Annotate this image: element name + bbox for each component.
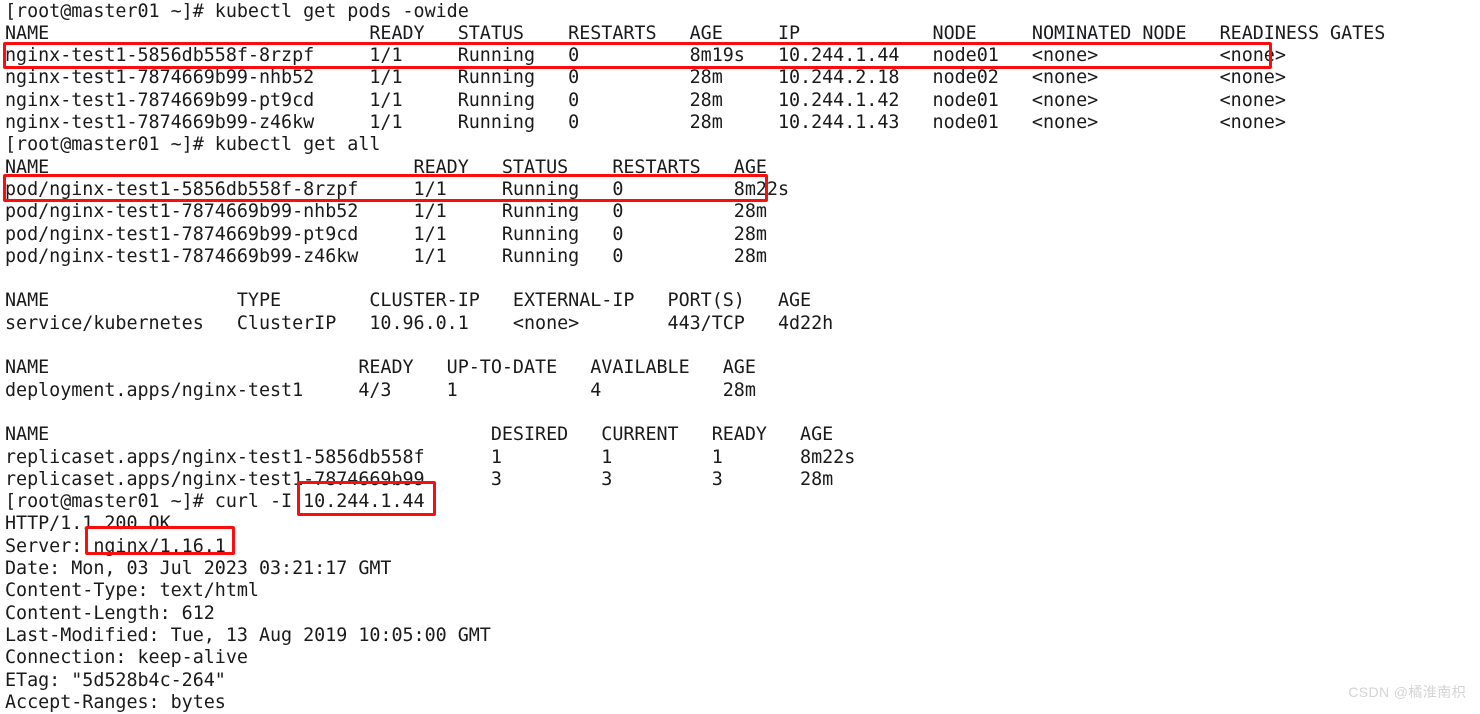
terminal-line: Server: nginx/1.16.1 <box>5 535 226 557</box>
terminal-line: Content-Type: text/html <box>5 580 259 602</box>
terminal-line: NAME READY STATUS RESTARTS AGE IP NODE N… <box>5 22 1386 44</box>
terminal-window[interactable]: [root@master01 ~]# kubectl get pods -owi… <box>0 0 1480 713</box>
terminal-line: nginx-test1-7874669b99-nhb52 1/1 Running… <box>5 67 1286 89</box>
terminal-line: deployment.apps/nginx-test1 4/3 1 4 28m <box>5 379 756 401</box>
terminal-line: replicaset.apps/nginx-test1-5856db558f 1… <box>5 446 856 468</box>
terminal-line: nginx-test1-7874669b99-z46kw 1/1 Running… <box>5 112 1286 133</box>
terminal-line: Date: Mon, 03 Jul 2023 03:21:17 GMT <box>5 558 392 579</box>
terminal-line: NAME DESIRED CURRENT READY AGE <box>5 424 834 446</box>
terminal-line: pod/nginx-test1-5856db558f-8rzpf 1/1 Run… <box>5 178 789 200</box>
terminal-line: [root@master01 ~]# kubectl get pods -owi… <box>5 0 469 22</box>
terminal-line: service/kubernetes ClusterIP 10.96.0.1 <… <box>5 312 834 334</box>
terminal-line: pod/nginx-test1-7874669b99-nhb52 1/1 Run… <box>5 201 767 223</box>
csdn-watermark: CSDN @橘淮南枳 <box>1348 683 1466 700</box>
terminal-line: NAME READY STATUS RESTARTS AGE <box>5 156 767 178</box>
terminal-line: pod/nginx-test1-7874669b99-pt9cd 1/1 Run… <box>5 223 767 245</box>
terminal-line: replicaset.apps/nginx-test1-7874669b99 3… <box>5 468 834 490</box>
terminal-line: Content-Length: 612 <box>5 602 215 624</box>
terminal-line: nginx-test1-7874669b99-pt9cd 1/1 Running… <box>5 89 1286 111</box>
terminal-line: [root@master01 ~]# curl -I 10.244.1.44 <box>5 491 425 513</box>
terminal-line: [root@master01 ~]# kubectl get all <box>5 134 381 156</box>
terminal-line: NAME TYPE CLUSTER-IP EXTERNAL-IP PORT(S)… <box>5 290 812 312</box>
terminal-line: Connection: keep-alive <box>5 647 248 669</box>
terminal-line: HTTP/1.1 200 OK <box>5 513 171 535</box>
terminal-line: nginx-test1-5856db558f-8rzpf 1/1 Running… <box>5 45 1286 67</box>
terminal-line: NAME READY UP-TO-DATE AVAILABLE AGE <box>5 357 756 379</box>
terminal-line: Last-Modified: Tue, 13 Aug 2019 10:05:00… <box>5 624 491 646</box>
terminal-line: pod/nginx-test1-7874669b99-z46kw 1/1 Run… <box>5 245 767 267</box>
terminal-line: ETag: "5d528b4c-264" <box>5 669 226 691</box>
